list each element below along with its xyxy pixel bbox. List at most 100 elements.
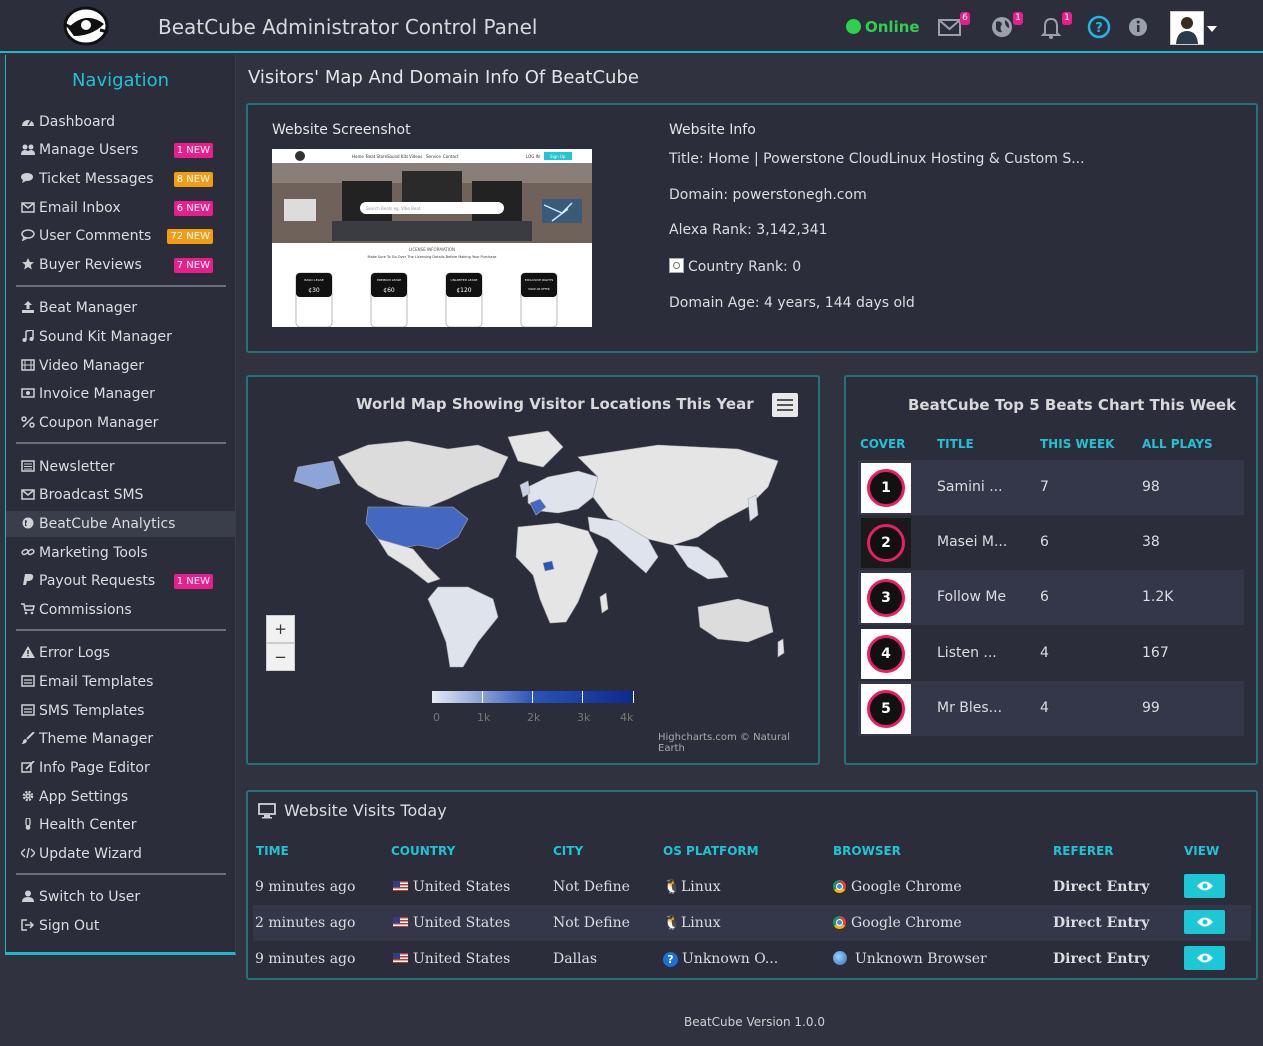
shot-section-title: LICENSE INFORMATION [409, 247, 455, 252]
nav-label: Payout Requests [39, 573, 156, 589]
shot-nav-home: Home [352, 154, 364, 159]
visits-col-view: VIEW [1184, 844, 1220, 858]
beat-title[interactable]: Samini ... [937, 479, 1003, 495]
nav-item-sign-out[interactable]: Sign Out [6, 913, 235, 939]
online-status: Online [846, 18, 920, 36]
nav-item-buyer-reviews[interactable]: Buyer Reviews 7 NEW [6, 252, 235, 278]
website-visits-panel: Website Visits Today TIME COUNTRY CITY O… [246, 790, 1258, 980]
nav-item-broadcast-sms[interactable]: Broadcast SMS [6, 482, 235, 508]
beat-cover[interactable]: 5 [861, 684, 911, 734]
nav-item-email-inbox[interactable]: Email Inbox 6 NEW [6, 195, 235, 221]
notifications-button[interactable]: 1 [1039, 12, 1072, 40]
linux-icon: 🐧 [663, 915, 681, 931]
nav-item-video-manager[interactable]: Video Manager [6, 353, 235, 379]
beat-title[interactable]: Masei M... [937, 534, 1007, 550]
nav-item-sound-kit-manager[interactable]: Sound Kit Manager [6, 324, 235, 350]
nav-item-beatcube-analytics[interactable]: BeatCube Analytics [6, 511, 235, 537]
nav-item-beat-manager[interactable]: Beat Manager [6, 295, 235, 321]
map-zoom-in-button[interactable]: + [266, 615, 295, 643]
nav-item-coupon-manager[interactable]: Coupon Manager [6, 410, 235, 436]
top-beats-title: BeatCube Top 5 Beats Chart This Week [908, 396, 1237, 414]
visits-title: Website Visits Today [284, 801, 447, 820]
nav-item-info-page-editor[interactable]: Info Page Editor [6, 755, 235, 781]
beat-title[interactable]: Mr Bles... [937, 700, 1002, 716]
beat-row[interactable]: 5 Mr Bles... 4 99 [858, 681, 1244, 736]
beatcube-logo[interactable] [62, 6, 110, 46]
chart-menu-button[interactable] [772, 393, 798, 417]
shot-card-3-name: UNLIMITED LEASE [451, 278, 478, 282]
legend-tick [582, 691, 583, 703]
nav-label: Marketing Tools [39, 545, 148, 561]
nav-item-invoice-manager[interactable]: Invoice Manager [6, 381, 235, 407]
shot-card-2-name: PREMIUM LEASE [377, 278, 402, 282]
link-icon [21, 548, 35, 556]
shot-card-4-name: EXCLUSIVE RIGHTS [525, 278, 554, 282]
beat-title[interactable]: Follow Me [937, 589, 1006, 605]
upload-icon [22, 301, 34, 313]
nav-item-dashboard[interactable]: Dashboard [6, 109, 235, 135]
beat-cover[interactable]: 4 [861, 629, 911, 679]
nav-badge: 6 NEW [173, 201, 213, 216]
visit-time: 2 minutes ago [255, 915, 356, 931]
info-circle-icon [1129, 18, 1147, 36]
shot-nav-sound-kits: Sound Kits [387, 154, 408, 159]
view-visit-button[interactable] [1184, 874, 1225, 898]
beats-col-all-plays: ALL PLAYS [1142, 437, 1213, 451]
view-visit-button[interactable] [1184, 946, 1225, 970]
nav-item-theme-manager[interactable]: Theme Manager [6, 726, 235, 752]
beat-row[interactable]: 3 Follow Me 6 1.2K [858, 570, 1244, 625]
visits-col-time: TIME [256, 844, 289, 858]
beat-row[interactable]: 4 Listen ... 4 167 [858, 626, 1244, 681]
nav-item-user-comments[interactable]: User Comments 72 NEW [6, 223, 235, 249]
beat-cover[interactable]: 3 [861, 573, 911, 623]
beat-week-plays: 7 [1040, 479, 1049, 495]
beat-row[interactable]: 1 Samini ... 7 98 [858, 460, 1244, 515]
nav-item-error-logs[interactable]: Error Logs [6, 640, 235, 666]
help-button[interactable]: ? [1087, 14, 1113, 40]
info-button[interactable] [1127, 14, 1153, 40]
map-zoom-out-button[interactable]: − [266, 643, 295, 671]
beat-cover[interactable]: 2 [861, 518, 911, 568]
nav-item-update-wizard[interactable]: Update Wizard [6, 841, 235, 867]
eye-icon [1197, 917, 1213, 927]
world-map[interactable] [278, 427, 788, 677]
website-screenshot[interactable]: Home Beat Store Sound Kits Videos Servic… [272, 149, 592, 327]
nav-label: Invoice Manager [39, 386, 155, 402]
visit-city: Dallas [553, 951, 598, 967]
nav-item-email-templates[interactable]: Email Templates [6, 669, 235, 695]
bell-badge: 1 [1062, 12, 1072, 25]
linux-icon: 🐧 [663, 879, 681, 895]
nav-item-newsletter[interactable]: Newsletter [6, 454, 235, 480]
beat-cover[interactable]: 1 [861, 463, 911, 513]
nav-badge: 1 NEW [173, 143, 213, 158]
eye-icon [1197, 953, 1213, 963]
nav-item-payout-requests[interactable]: Payout Requests 1 NEW [6, 568, 235, 594]
nav-item-marketing-tools[interactable]: Marketing Tools [6, 540, 235, 566]
nav-item-ticket-messages[interactable]: Ticket Messages 8 NEW [6, 166, 235, 192]
shot-card-4-price: MAKE AN OFFER [528, 287, 549, 291]
nav-item-sms-templates[interactable]: SMS Templates [6, 698, 235, 724]
nav-item-app-settings[interactable]: App Settings [6, 784, 235, 810]
visit-time: 9 minutes ago [255, 879, 356, 895]
mail-button[interactable]: 6 [937, 12, 970, 40]
beat-row[interactable]: 2 Masei M... 6 38 [858, 515, 1244, 570]
nav-item-switch-to-user[interactable]: Switch to User [6, 884, 235, 910]
comment-icon [21, 229, 35, 241]
nav-item-health-center[interactable]: Health Center [6, 812, 235, 838]
shot-card-2-price: ¢60 [383, 287, 395, 294]
view-visit-button[interactable] [1184, 910, 1225, 934]
beat-title[interactable]: Listen ... [937, 645, 997, 661]
beat-rank: 1 [881, 480, 891, 496]
app-title: BeatCube Administrator Control Panel [158, 15, 538, 39]
map-credits[interactable]: Highcharts.com © Natural Earth [658, 732, 818, 754]
nav-item-manage-users[interactable]: Manage Users 1 NEW [6, 137, 235, 163]
nav-label: Info Page Editor [39, 760, 150, 776]
avatar-dropdown-caret-icon[interactable] [1207, 26, 1217, 32]
nav-label: Beat Manager [39, 300, 138, 316]
globe-button[interactable]: 1 [990, 12, 1023, 40]
user-avatar[interactable] [1170, 11, 1204, 45]
nav-item-commissions[interactable]: Commissions [6, 597, 235, 623]
nav-label: Manage Users [39, 142, 139, 158]
visit-browser: Google Chrome [833, 915, 962, 931]
footer-version: BeatCube Version 1.0.0 [684, 1015, 825, 1029]
